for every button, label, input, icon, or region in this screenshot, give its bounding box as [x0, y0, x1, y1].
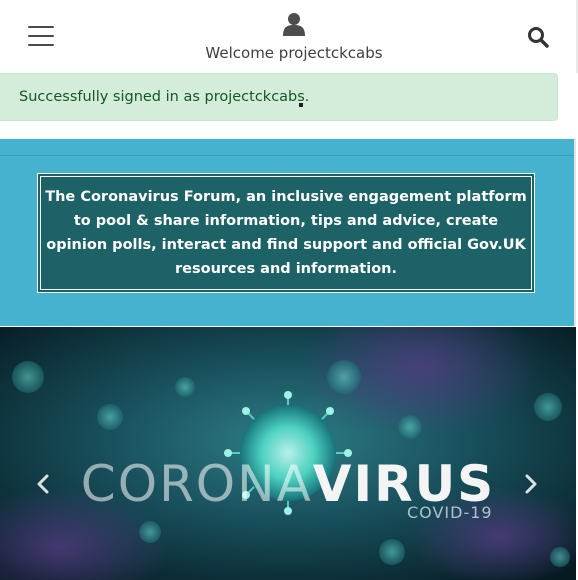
intro-text: The Coronavirus Forum, an inclusive enga…: [45, 189, 527, 277]
intro-banner: The Coronavirus Forum, an inclusive enga…: [0, 139, 576, 326]
carousel-subtitle: COVID-19: [407, 503, 493, 522]
carousel-title-part1: CORONA: [80, 455, 313, 513]
intro-box: The Coronavirus Forum, an inclusive enga…: [37, 173, 535, 293]
alert-close-icon[interactable]: [299, 103, 303, 107]
hamburger-menu-icon[interactable]: [28, 26, 54, 46]
success-alert: Successfully signed in as projectckcabs.: [0, 73, 558, 121]
user-icon[interactable]: [283, 12, 305, 36]
coronavirus-image: [0, 327, 576, 580]
hamburger-bar: [28, 35, 54, 37]
chevron-left-icon[interactable]: [33, 473, 53, 495]
top-navbar: Welcome projectckcabs: [0, 0, 578, 73]
section-divider: [0, 122, 576, 139]
hamburger-bar: [28, 26, 54, 28]
alert-message: Successfully signed in as projectckcabs.: [19, 89, 310, 105]
hero-carousel: CORONAVIRUS COVID-19: [0, 327, 576, 580]
search-icon[interactable]: [527, 26, 549, 48]
banner-divider-line: [0, 155, 574, 156]
chevron-right-icon[interactable]: [521, 473, 541, 495]
welcome-text: Welcome projectckcabs: [205, 44, 383, 62]
